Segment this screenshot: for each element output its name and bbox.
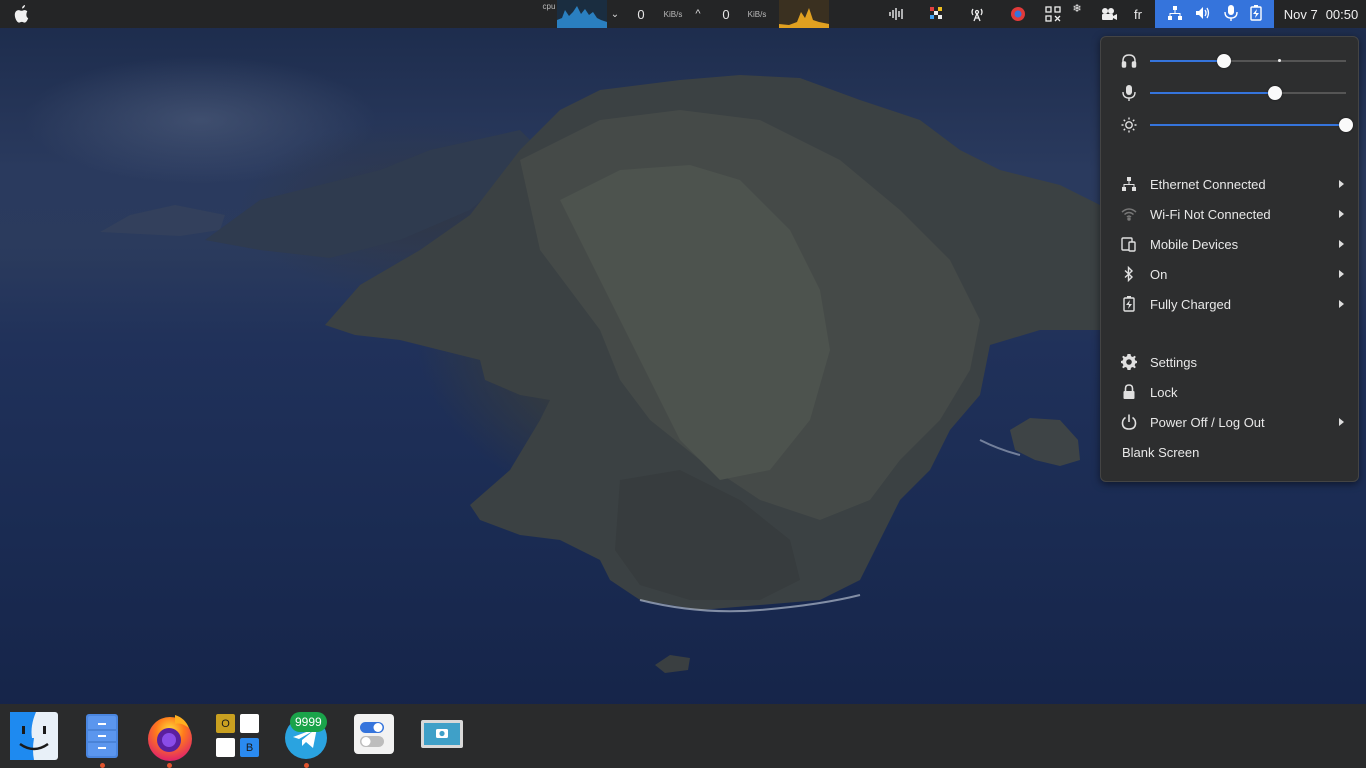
lock-icon	[1121, 384, 1137, 400]
net-up-value: 0	[722, 6, 730, 22]
mobile-devices-label: Mobile Devices	[1150, 237, 1239, 252]
notification-badge: 9999	[290, 712, 327, 732]
wifi-label: Wi-Fi Not Connected	[1150, 207, 1271, 222]
finder-icon	[10, 712, 58, 760]
download-arrow-icon: ⌄	[610, 8, 620, 20]
clock-date: Nov 7	[1283, 6, 1318, 22]
lock-menu-item[interactable]: Lock	[1101, 377, 1360, 407]
chevron-right-icon	[1339, 240, 1344, 248]
mobile-devices-menu-item[interactable]: Mobile Devices	[1101, 229, 1360, 259]
ethernet-label: Ethernet Connected	[1150, 177, 1266, 192]
battery-label: Fully Charged	[1150, 297, 1231, 312]
volume-icon	[1195, 5, 1211, 24]
wifi-menu-item[interactable]: Wi-Fi Not Connected	[1101, 199, 1360, 229]
upload-arrow-icon: ^	[695, 8, 701, 20]
office-tile-blank	[216, 738, 235, 757]
settings-label: Settings	[1150, 355, 1197, 370]
office-tile-blank	[240, 714, 259, 733]
dock-screenshot[interactable]	[420, 712, 470, 762]
snowflake-icon[interactable]: ❄	[1070, 0, 1084, 28]
battery-menu-item[interactable]: Fully Charged	[1101, 289, 1360, 319]
bluetooth-menu-item[interactable]: On	[1101, 259, 1360, 289]
dock-telegram[interactable]: 9999	[282, 712, 332, 768]
chevron-right-icon	[1339, 180, 1344, 188]
audio-visualizer-icon[interactable]	[886, 0, 908, 28]
system-menu: Ethernet Connected Wi-Fi Not Connected M…	[1100, 36, 1359, 482]
settings-menu-item[interactable]: Settings	[1101, 347, 1360, 377]
gear-icon	[1121, 354, 1137, 370]
chevron-right-icon	[1339, 418, 1344, 426]
firefox-icon	[148, 715, 192, 761]
running-indicator	[100, 763, 105, 768]
headphones-volume-slider[interactable]	[1101, 49, 1360, 73]
headphones-icon	[1121, 53, 1137, 69]
dock-firefox[interactable]	[145, 712, 195, 768]
power-label: Power Off / Log Out	[1150, 415, 1265, 430]
ethernet-menu-item[interactable]: Ethernet Connected	[1101, 169, 1360, 199]
bluetooth-label: On	[1150, 267, 1168, 282]
brightness-icon	[1121, 117, 1137, 133]
office-tile-o: O	[216, 714, 235, 733]
battery-charging-icon	[1121, 296, 1137, 312]
microphone-icon	[1121, 85, 1137, 101]
bluetooth-icon	[1121, 265, 1137, 283]
power-icon	[1121, 414, 1137, 430]
cpu-graph[interactable]	[557, 0, 607, 28]
wifi-icon	[1121, 206, 1137, 222]
dock-files[interactable]	[78, 712, 128, 768]
video-camera-icon[interactable]	[1098, 0, 1120, 28]
office-tile-b: B	[240, 738, 259, 757]
lock-label: Lock	[1150, 385, 1178, 400]
chevron-right-icon	[1339, 270, 1344, 278]
color-picker-icon[interactable]	[926, 0, 948, 28]
tweaks-toggle-icon	[354, 714, 394, 754]
slider-knob[interactable]	[1339, 118, 1353, 132]
clock-time: 00:50	[1325, 6, 1359, 22]
slider-knob[interactable]	[1217, 54, 1232, 68]
dock-tweaks[interactable]	[352, 712, 402, 762]
mobile-devices-icon	[1121, 236, 1137, 252]
brightness-slider[interactable]	[1101, 113, 1360, 137]
file-cabinet-icon	[86, 714, 118, 758]
microphone-icon	[1223, 4, 1238, 24]
net-up-unit: KiB/s	[747, 9, 767, 19]
net-down-value: 0	[637, 6, 645, 22]
net-down-unit: KiB/s	[663, 9, 683, 19]
dock-finder[interactable]	[10, 712, 60, 762]
qr-code-icon[interactable]	[1042, 0, 1064, 28]
blank-screen-label: Blank Screen	[1122, 445, 1200, 460]
network-wired-icon	[1167, 5, 1183, 24]
top-panel: cpu ⌄ 0 KiB/s ^ 0 KiB/s ❄ fr Nov 7 00:50	[0, 0, 1366, 28]
radio-tower-icon[interactable]	[966, 0, 988, 28]
clock[interactable]: Nov 7 00:50	[1276, 0, 1366, 28]
system-menu-indicators[interactable]	[1155, 0, 1274, 28]
screenshot-camera-icon	[421, 720, 463, 748]
cpu-label: cpu	[542, 2, 556, 11]
net-graph[interactable]	[779, 0, 829, 28]
keyboard-layout-indicator[interactable]: fr	[1128, 0, 1148, 28]
app-indicator-icon[interactable]	[1007, 0, 1029, 28]
slider-knob[interactable]	[1268, 86, 1283, 100]
chevron-right-icon	[1339, 300, 1344, 308]
running-indicator	[167, 763, 172, 768]
running-indicator	[304, 763, 309, 768]
apple-logo-icon[interactable]	[10, 0, 34, 28]
battery-charging-icon	[1250, 4, 1262, 24]
chevron-right-icon	[1339, 210, 1344, 218]
dock: O B 9999	[0, 704, 1366, 768]
dock-office-apps[interactable]: O B	[214, 712, 264, 762]
microphone-volume-slider[interactable]	[1101, 81, 1360, 105]
network-wired-icon	[1121, 176, 1137, 192]
power-menu-item[interactable]: Power Off / Log Out	[1101, 407, 1360, 437]
blank-screen-menu-item[interactable]: Blank Screen	[1101, 437, 1360, 467]
